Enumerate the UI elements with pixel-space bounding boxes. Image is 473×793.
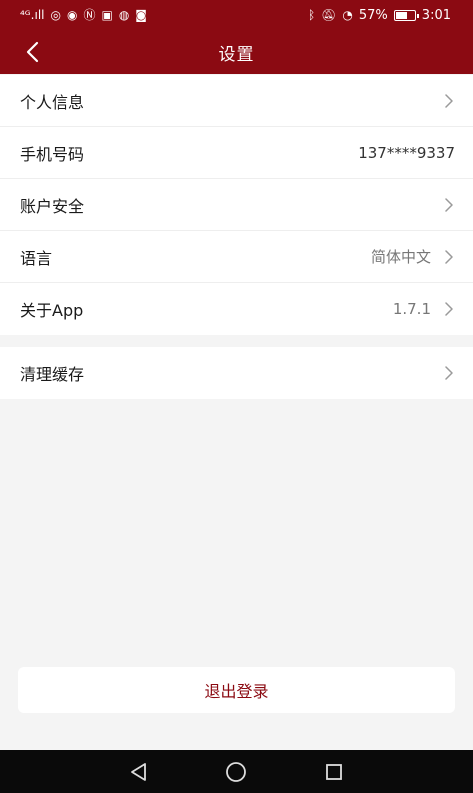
status-right: ᛒ 🔕︎ ◔ 57% 3:01 bbox=[308, 8, 451, 23]
row-label: 关于App bbox=[20, 301, 84, 320]
mute-icon: 🔕︎ bbox=[321, 8, 337, 22]
bluetooth-icon: ᛒ bbox=[307, 8, 316, 22]
row-value: 137****9337 bbox=[358, 143, 455, 162]
triangle-back-icon bbox=[130, 762, 146, 781]
group1-row-4[interactable]: 关于App 1.7.1 bbox=[0, 283, 473, 335]
row-right: 1.7.1 bbox=[393, 300, 455, 318]
settings-group-account: 个人信息手机号码 137****9337 账户安全语言 简体中文关于App 1.7.1 bbox=[0, 75, 473, 335]
group1-row-0[interactable]: 个人信息 bbox=[0, 75, 473, 127]
chevron-right-icon bbox=[445, 302, 453, 316]
group1-row-2[interactable]: 账户安全 bbox=[0, 179, 473, 231]
message-icon: ▣ bbox=[101, 8, 113, 22]
chevron-left-icon bbox=[26, 41, 39, 63]
eye-icon: ◉ bbox=[66, 8, 78, 22]
group1-row-1[interactable]: 手机号码 137****9337 bbox=[0, 127, 473, 179]
battery-percent: 57% bbox=[358, 7, 388, 23]
row-right bbox=[443, 197, 455, 212]
header: 设置 bbox=[0, 30, 473, 74]
settings-group-cache: 清理缓存 bbox=[0, 347, 473, 399]
row-right bbox=[443, 366, 455, 380]
row-label: 个人信息 bbox=[20, 92, 85, 112]
system-back-button[interactable] bbox=[125, 758, 153, 786]
status-bar: ⁴ᴳ.ıll ◎ ◉ Ⓝ ▣ ◍ ◙ ᛒ 🔕︎ ◔ 57% 3:01 bbox=[0, 0, 473, 30]
row-label: 手机号码 bbox=[20, 144, 85, 164]
page-title: 设置 bbox=[218, 44, 255, 65]
system-home-button[interactable] bbox=[222, 758, 250, 786]
group1-row-3[interactable]: 语言 简体中文 bbox=[0, 231, 473, 283]
row-right bbox=[443, 93, 455, 108]
row-label: 清理缓存 bbox=[20, 365, 85, 384]
battery-fill bbox=[395, 11, 408, 19]
row-right: 137****9337 bbox=[358, 144, 455, 162]
battery-icon bbox=[393, 9, 419, 21]
status-time: 3:01 bbox=[421, 7, 451, 23]
chevron-right-icon bbox=[445, 197, 453, 212]
system-nav-bar bbox=[0, 750, 473, 793]
row-value: 1.7.1 bbox=[392, 300, 431, 318]
wechat-icon: ◍ bbox=[118, 8, 130, 22]
chevron-right-icon bbox=[445, 93, 453, 108]
back-button[interactable] bbox=[18, 38, 46, 66]
system-recents-button[interactable] bbox=[320, 758, 348, 786]
row-label: 语言 bbox=[20, 248, 53, 268]
signal-icon: ⁴ᴳ.ıll bbox=[20, 8, 45, 22]
group2-row-0[interactable]: 清理缓存 bbox=[0, 347, 473, 399]
status-left: ⁴ᴳ.ıll ◎ ◉ Ⓝ ▣ ◍ ◙ bbox=[20, 9, 147, 21]
speed-icon: ◔ bbox=[342, 8, 353, 22]
chevron-right-icon bbox=[445, 366, 453, 380]
nfc-icon: Ⓝ bbox=[83, 8, 96, 22]
row-value: 简体中文 bbox=[370, 248, 431, 266]
logout-button[interactable]: 退出登录 bbox=[18, 667, 455, 713]
app-icon: ◙ bbox=[135, 8, 147, 22]
hotspot-icon: ◎ bbox=[50, 8, 61, 22]
chevron-right-icon bbox=[445, 249, 453, 264]
circle-home-icon bbox=[226, 761, 247, 782]
row-label: 账户安全 bbox=[20, 196, 85, 216]
row-right: 简体中文 bbox=[371, 246, 455, 267]
square-recents-icon bbox=[326, 763, 343, 780]
